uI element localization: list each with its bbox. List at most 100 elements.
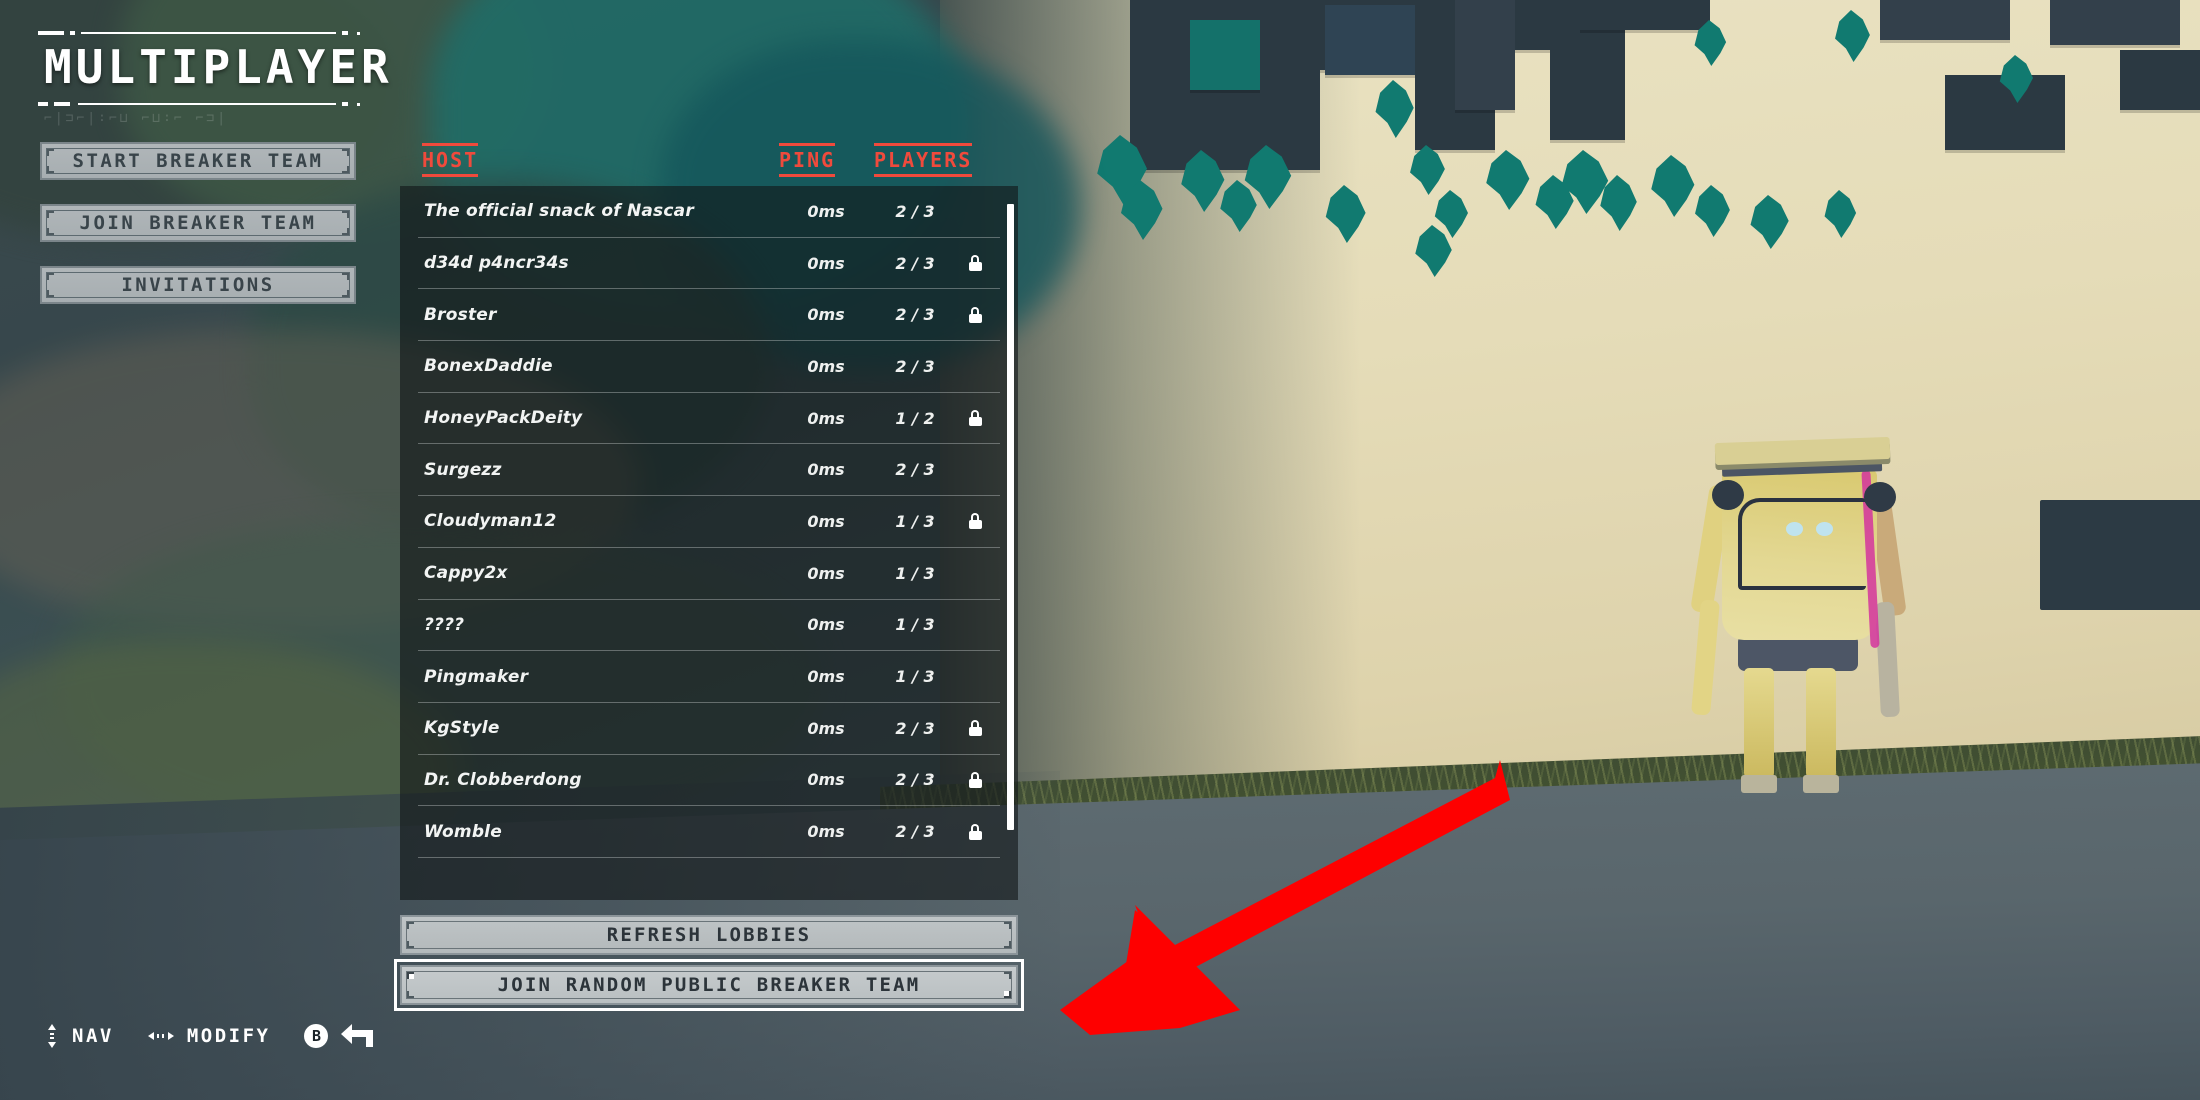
lobby-lock-cell xyxy=(958,771,992,788)
page-title: MULTIPLAYER xyxy=(44,40,393,94)
menu-ui-layer: MULTIPLAYER ⌐|⊐⌐|∶⌐⊔ ⌐⊔∶⌐ ⌐⊐| START BREA… xyxy=(0,0,2200,1100)
nav-hint-label: NAV xyxy=(72,1025,114,1047)
lobby-host-name: d34d p4ncr34s xyxy=(424,253,569,274)
lobby-ping: 0ms xyxy=(807,563,845,583)
invitations-label: INVITATIONS xyxy=(121,274,275,296)
lock-icon xyxy=(968,410,982,427)
start-breaker-team-label: START BREAKER TEAM xyxy=(72,150,324,172)
lobby-row[interactable]: Womble 0ms 2 / 3 xyxy=(418,806,1000,858)
lobby-list-scrollbar[interactable] xyxy=(1007,204,1014,830)
lobby-row[interactable]: Pingmaker 0ms 1 / 3 xyxy=(418,651,1000,703)
lobby-ping: 0ms xyxy=(807,201,845,221)
column-header-host[interactable]: HOST xyxy=(422,143,479,177)
lock-icon xyxy=(968,771,982,788)
sidebar-menu: START BREAKER TEAM JOIN BREAKER TEAM INV… xyxy=(40,142,356,328)
lock-icon xyxy=(968,255,982,272)
invitations-button[interactable]: INVITATIONS xyxy=(40,266,356,304)
lobby-lock-cell xyxy=(958,410,992,427)
game-menu-screen: MULTIPLAYER ⌐|⊐⌐|∶⌐⊔ ⌐⊔∶⌐ ⌐⊐| START BREA… xyxy=(0,0,2200,1100)
lock-icon xyxy=(968,306,982,323)
lock-icon xyxy=(968,720,982,737)
lobby-row[interactable]: d34d p4ncr34s 0ms 2 / 3 xyxy=(418,238,1000,290)
column-header-players[interactable]: PLAYERS xyxy=(874,143,973,177)
refresh-lobbies-button[interactable]: REFRESH LOBBIES xyxy=(400,915,1018,955)
modify-hint: MODIFY xyxy=(147,1025,271,1047)
lobby-ping: 0ms xyxy=(807,460,845,480)
title-rule-top xyxy=(38,28,360,37)
lobby-ping: 0ms xyxy=(807,718,845,738)
lobby-players: 2 / 3 xyxy=(895,305,935,325)
lobby-host-name: Cappy2x xyxy=(424,563,508,584)
lobby-row[interactable]: Broster 0ms 2 / 3 xyxy=(418,289,1000,342)
lobby-players: 2 / 3 xyxy=(895,770,935,790)
lobby-host-name: The official snack of Nascar xyxy=(424,201,694,222)
lobby-players: 1 / 3 xyxy=(895,511,935,531)
lobby-players: 2 / 3 xyxy=(895,356,935,376)
lobby-players: 1 / 3 xyxy=(895,563,935,583)
lobby-ping: 0ms xyxy=(807,770,845,790)
lobby-players: 2 / 3 xyxy=(895,460,935,480)
vertical-arrows-icon xyxy=(45,1024,59,1048)
lobby-ping: 0ms xyxy=(807,615,845,635)
lobby-host-name: HoneyPackDeity xyxy=(424,408,583,429)
column-header-ping[interactable]: PING xyxy=(779,143,836,177)
lobby-row[interactable]: KgStyle 0ms 2 / 3 xyxy=(418,703,1000,755)
lobby-host-name: Surgezz xyxy=(424,459,502,480)
lobby-row[interactable]: Cappy2x 0ms 1 / 3 xyxy=(418,548,1000,600)
lobby-ping: 0ms xyxy=(807,822,845,842)
back-hint[interactable]: B xyxy=(304,1024,375,1048)
lobby-ping: 0ms xyxy=(807,408,845,428)
b-button-icon: B xyxy=(304,1024,329,1048)
nav-hint: NAV xyxy=(45,1024,114,1048)
refresh-lobbies-label: REFRESH LOBBIES xyxy=(606,924,812,946)
lobby-ping: 0ms xyxy=(807,667,845,687)
lobby-players: 2 / 3 xyxy=(895,253,935,273)
lobby-players: 1 / 3 xyxy=(895,667,935,687)
lobby-lock-cell xyxy=(958,720,992,737)
lobby-ping: 0ms xyxy=(807,356,845,376)
lobby-players: 2 / 3 xyxy=(895,201,935,221)
lobby-players: 2 / 3 xyxy=(895,822,935,842)
lobby-row[interactable]: ???? 0ms 1 / 3 xyxy=(418,600,1000,652)
lobby-host-name: ???? xyxy=(424,614,465,635)
join-breaker-team-button[interactable]: JOIN BREAKER TEAM xyxy=(40,204,356,242)
lobby-lock-cell xyxy=(958,513,992,530)
lobby-host-name: Cloudyman12 xyxy=(424,511,557,532)
footer-hint-bar: NAV MODIFY B xyxy=(45,1024,375,1048)
lobby-row[interactable]: Dr. Clobberdong 0ms 2 / 3 xyxy=(418,755,1000,807)
lobby-row[interactable]: HoneyPackDeity 0ms 1 / 2 xyxy=(418,393,1000,445)
lobby-lock-cell xyxy=(958,255,992,272)
lobby-host-name: Dr. Clobberdong xyxy=(424,769,582,790)
lobby-players: 2 / 3 xyxy=(895,718,935,738)
join-random-label: JOIN RANDOM PUBLIC BREAKER TEAM xyxy=(497,974,921,996)
join-breaker-team-label: JOIN BREAKER TEAM xyxy=(79,212,317,234)
lobby-row[interactable]: Surgezz 0ms 2 / 3 xyxy=(418,444,1000,497)
lobby-actions: REFRESH LOBBIES JOIN RANDOM PUBLIC BREAK… xyxy=(394,915,1024,1015)
lobby-lock-cell xyxy=(958,823,992,840)
start-breaker-team-button[interactable]: START BREAKER TEAM xyxy=(40,142,356,180)
horizontal-arrows-icon xyxy=(147,1029,174,1043)
lobby-host-name: KgStyle xyxy=(424,718,500,739)
join-random-public-breaker-team-button[interactable]: JOIN RANDOM PUBLIC BREAKER TEAM xyxy=(394,959,1024,1011)
lobby-list[interactable]: The official snack of Nascar 0ms 2 / 3 d34d… xyxy=(400,186,1018,900)
lobby-row[interactable]: BonexDaddie 0ms 2 / 3 xyxy=(418,341,1000,393)
page-title-glyph-subtitle: ⌐|⊐⌐|∶⌐⊔ ⌐⊔∶⌐ ⌐⊐| xyxy=(44,111,229,126)
lock-icon xyxy=(968,513,982,530)
lobby-players: 1 / 2 xyxy=(895,408,935,428)
lobby-host-name: Broster xyxy=(424,304,497,325)
lobby-lock-cell xyxy=(958,306,992,323)
lobby-ping: 0ms xyxy=(807,511,845,531)
lobby-ping: 0ms xyxy=(807,305,845,325)
lobby-host-name: BonexDaddie xyxy=(424,356,553,377)
lobby-row[interactable]: The official snack of Nascar 0ms 2 / 3 xyxy=(418,186,1000,238)
lobby-host-name: Pingmaker xyxy=(424,666,529,687)
lobby-players: 1 / 3 xyxy=(895,615,935,635)
modify-hint-label: MODIFY xyxy=(186,1025,271,1047)
lobby-host-name: Womble xyxy=(424,821,502,842)
back-arrow-icon xyxy=(341,1024,375,1048)
lobby-list-panel: The official snack of Nascar 0ms 2 / 3 d34d… xyxy=(400,186,1018,900)
lobby-ping: 0ms xyxy=(807,253,845,273)
page-title-block: MULTIPLAYER ⌐|⊐⌐|∶⌐⊔ ⌐⊔∶⌐ ⌐⊐| xyxy=(38,28,393,126)
lobby-row[interactable]: Cloudyman12 0ms 1 / 3 xyxy=(418,496,1000,548)
lock-icon xyxy=(968,823,982,840)
